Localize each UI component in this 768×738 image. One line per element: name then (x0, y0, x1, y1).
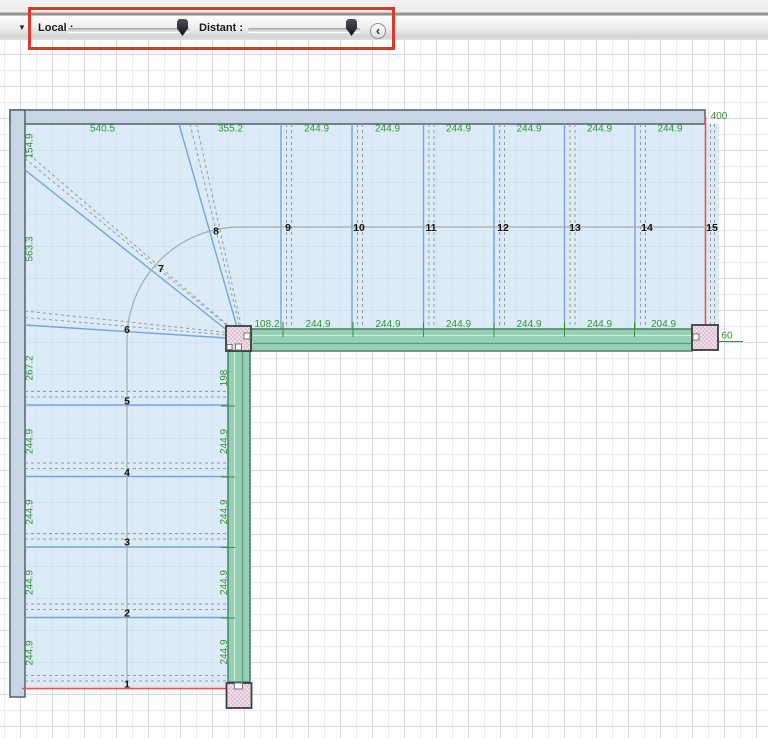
local-slider-handle[interactable] (177, 19, 188, 36)
dimension-label[interactable]: 244.9 (305, 319, 330, 330)
chevron-left-icon: ‹ (375, 23, 381, 38)
dimension-label[interactable]: 60 (721, 331, 733, 342)
dimension-label[interactable]: 244.9 (657, 124, 682, 135)
post-handles (226, 332, 700, 690)
dimension-label[interactable]: 355.2 (218, 124, 243, 135)
horizontal-beam[interactable] (250, 328, 693, 352)
dimension-label[interactable]: 244.9 (516, 319, 541, 330)
dimension-label[interactable]: 244.9 (219, 570, 230, 595)
step-number: 4 (124, 467, 130, 479)
collapse-button[interactable]: ‹ (370, 23, 386, 39)
local-slider-track[interactable] (68, 28, 190, 33)
step-number: 10 (353, 222, 365, 234)
step-number: 1 (124, 679, 130, 691)
dimension-label[interactable]: 244.9 (219, 639, 230, 664)
toolbar-overflow-icon[interactable]: ▼ (18, 23, 26, 33)
dimension-label[interactable]: 244.9 (375, 319, 400, 330)
top-wall[interactable] (9, 109, 706, 125)
step-number: 8 (213, 226, 219, 238)
dimension-label[interactable]: 563.3 (25, 236, 36, 261)
dimension-label[interactable]: 540.5 (90, 124, 115, 135)
dimension-label[interactable]: 244.9 (587, 124, 612, 135)
dimension-label[interactable]: 108.2 (254, 319, 279, 330)
dimension-label[interactable]: 244.9 (219, 429, 230, 454)
app-window: 540.5 355.2 244.9 244.9 244.9 244.9 244.… (0, 0, 768, 738)
distant-label: Distant : (199, 22, 243, 34)
dimension-label[interactable]: 244.9 (375, 124, 400, 135)
stringer-beams[interactable] (227, 328, 693, 683)
stair-plan: 540.5 355.2 244.9 244.9 244.9 244.9 244.… (9, 109, 743, 709)
dimension-label[interactable]: 244.9 (25, 640, 36, 665)
dimension-label[interactable]: 244.9 (304, 124, 329, 135)
dimension-label[interactable]: 204.9 (651, 319, 676, 330)
step-number: 5 (124, 396, 130, 408)
step-number: 7 (158, 263, 164, 275)
newel-posts[interactable] (225, 324, 719, 709)
step-number: 11 (425, 222, 436, 234)
toolbar: ▼ Local : Distant : ‹ (0, 0, 768, 40)
dimension-label[interactable]: 154.9 (25, 133, 36, 158)
distant-slider-track[interactable] (248, 28, 360, 33)
step-number: 6 (124, 324, 130, 336)
step-number: 2 (124, 608, 130, 620)
dimension-label[interactable]: 244.9 (25, 499, 36, 524)
dimension-label[interactable]: 244.9 (25, 429, 36, 454)
step-number: 13 (569, 222, 581, 234)
dimension-label[interactable]: 198 (219, 369, 230, 386)
dimension-label[interactable]: 244.9 (516, 124, 541, 135)
dimension-ticks (221, 322, 743, 619)
distant-slider-handle[interactable] (346, 19, 357, 36)
step-number: 9 (285, 222, 291, 234)
vertical-beam[interactable] (227, 350, 251, 683)
dimension-label[interactable]: 244.9 (25, 570, 36, 595)
dimension-label[interactable]: 244.9 (446, 319, 471, 330)
dimension-label[interactable]: 267.2 (25, 355, 36, 380)
dimension-label[interactable]: 244.9 (219, 499, 230, 524)
step-number: 3 (124, 537, 130, 549)
step-number: 15 (706, 222, 718, 234)
dimension-label[interactable]: 244.9 (446, 124, 471, 135)
step-number: 14 (641, 222, 653, 234)
step-number: 12 (497, 222, 509, 234)
dimension-label[interactable]: 400 (711, 111, 728, 122)
left-wall[interactable] (9, 109, 26, 698)
dimension-label[interactable]: 244.9 (587, 319, 612, 330)
